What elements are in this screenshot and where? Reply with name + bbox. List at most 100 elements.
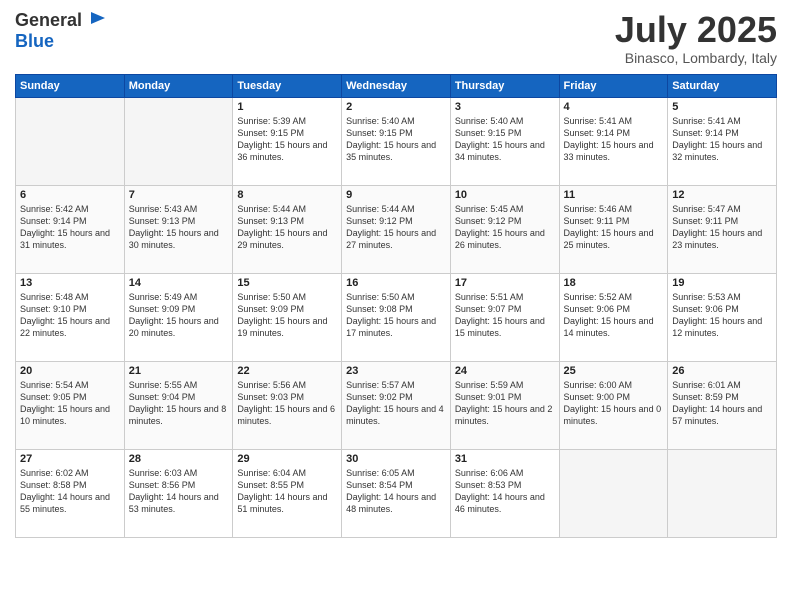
day-number: 31 [455,453,555,465]
calendar-cell: 29 Sunrise: 6:04 AM Sunset: 8:55 PM Dayli… [233,449,342,537]
day-info: Sunrise: 6:05 AM Sunset: 8:54 PM Dayligh… [346,467,446,516]
day-info: Sunrise: 5:44 AM Sunset: 9:12 PM Dayligh… [346,203,446,252]
day-info: Sunrise: 5:56 AM Sunset: 9:03 PM Dayligh… [237,379,337,428]
calendar-cell: 1 Sunrise: 5:39 AM Sunset: 9:15 PM Daylig… [233,97,342,185]
calendar-cell: 14Sunrise: 5:49 AM Sunset: 9:09 PM Dayli… [124,273,233,361]
day-info: Sunrise: 5:40 AM Sunset: 9:15 PM Dayligh… [455,115,555,164]
day-number: 8 [237,189,337,201]
day-info: Sunrise: 6:03 AM Sunset: 8:56 PM Dayligh… [129,467,229,516]
calendar-cell: 31 Sunrise: 6:06 AM Sunset: 8:53 PM Dayli… [450,449,559,537]
day-number: 27 [20,453,120,465]
logo: General Blue [15,10,107,52]
day-number: 24 [455,365,555,377]
calendar-cell: 8 Sunrise: 5:44 AM Sunset: 9:13 PM Daylig… [233,185,342,273]
weekday-header-monday: Monday [124,74,233,97]
calendar-cell: 15 Sunrise: 5:50 AM Sunset: 9:09 PM Dayli… [233,273,342,361]
logo-general: General [15,10,107,32]
calendar-cell: 19 Sunrise: 5:53 AM Sunset: 9:06 PM Dayli… [668,273,777,361]
day-number: 21 [129,365,229,377]
calendar-cell: 3Sunrise: 5:40 AM Sunset: 9:15 PM Daylig… [450,97,559,185]
calendar-cell: 22 Sunrise: 5:56 AM Sunset: 9:03 PM Dayli… [233,361,342,449]
day-number: 22 [237,365,337,377]
weekday-header-friday: Friday [559,74,668,97]
day-info: Sunrise: 6:01 AM Sunset: 8:59 PM Dayligh… [672,379,772,428]
calendar-header-row: SundayMondayTuesdayWednesdayThursdayFrid… [16,74,777,97]
calendar-cell [668,449,777,537]
day-number: 1 [237,101,337,113]
calendar-week-4: 20Sunrise: 5:54 AM Sunset: 9:05 PM Dayli… [16,361,777,449]
day-number: 10 [455,189,555,201]
day-info: Sunrise: 5:55 AM Sunset: 9:04 PM Dayligh… [129,379,229,428]
day-number: 2 [346,101,446,113]
calendar-week-5: 27 Sunrise: 6:02 AM Sunset: 8:58 PM Dayli… [16,449,777,537]
day-info: Sunrise: 5:49 AM Sunset: 9:09 PM Dayligh… [129,291,229,340]
page: General Blue July 2025 Binasco, Lombardy… [0,0,792,612]
calendar-cell: 16Sunrise: 5:50 AM Sunset: 9:08 PM Dayli… [342,273,451,361]
day-info: Sunrise: 5:47 AM Sunset: 9:11 PM Dayligh… [672,203,772,252]
day-number: 12 [672,189,772,201]
day-info: Sunrise: 5:46 AM Sunset: 9:11 PM Dayligh… [564,203,664,252]
calendar-cell: 21 Sunrise: 5:55 AM Sunset: 9:04 PM Dayli… [124,361,233,449]
calendar-cell: 23Sunrise: 5:57 AM Sunset: 9:02 PM Dayli… [342,361,451,449]
day-number: 30 [346,453,446,465]
day-info: Sunrise: 5:41 AM Sunset: 9:14 PM Dayligh… [564,115,664,164]
weekday-header-wednesday: Wednesday [342,74,451,97]
day-number: 18 [564,277,664,289]
calendar-cell: 28 Sunrise: 6:03 AM Sunset: 8:56 PM Dayli… [124,449,233,537]
calendar-cell: 18Sunrise: 5:52 AM Sunset: 9:06 PM Dayli… [559,273,668,361]
weekday-header-saturday: Saturday [668,74,777,97]
day-info: Sunrise: 5:39 AM Sunset: 9:15 PM Dayligh… [237,115,337,164]
calendar-cell: 17Sunrise: 5:51 AM Sunset: 9:07 PM Dayli… [450,273,559,361]
calendar-cell: 13Sunrise: 5:48 AM Sunset: 9:10 PM Dayli… [16,273,125,361]
day-number: 29 [237,453,337,465]
calendar-cell: 12 Sunrise: 5:47 AM Sunset: 9:11 PM Dayli… [668,185,777,273]
calendar-cell: 11 Sunrise: 5:46 AM Sunset: 9:11 PM Dayli… [559,185,668,273]
calendar-cell: 20Sunrise: 5:54 AM Sunset: 9:05 PM Dayli… [16,361,125,449]
calendar-cell: 30 Sunrise: 6:05 AM Sunset: 8:54 PM Dayli… [342,449,451,537]
day-number: 28 [129,453,229,465]
day-number: 9 [346,189,446,201]
calendar-cell: 10 Sunrise: 5:45 AM Sunset: 9:12 PM Dayli… [450,185,559,273]
day-info: Sunrise: 6:00 AM Sunset: 9:00 PM Dayligh… [564,379,664,428]
calendar-week-2: 6 Sunrise: 5:42 AM Sunset: 9:14 PM Daylig… [16,185,777,273]
day-info: Sunrise: 5:42 AM Sunset: 9:14 PM Dayligh… [20,203,120,252]
day-info: Sunrise: 5:41 AM Sunset: 9:14 PM Dayligh… [672,115,772,164]
logo-blue: Blue [15,31,54,51]
day-info: Sunrise: 5:44 AM Sunset: 9:13 PM Dayligh… [237,203,337,252]
day-number: 6 [20,189,120,201]
weekday-header-thursday: Thursday [450,74,559,97]
calendar-table: SundayMondayTuesdayWednesdayThursdayFrid… [15,74,777,538]
day-number: 7 [129,189,229,201]
calendar-cell: 25Sunrise: 6:00 AM Sunset: 9:00 PM Dayli… [559,361,668,449]
calendar-cell: 6 Sunrise: 5:42 AM Sunset: 9:14 PM Daylig… [16,185,125,273]
day-number: 17 [455,277,555,289]
day-info: Sunrise: 6:04 AM Sunset: 8:55 PM Dayligh… [237,467,337,516]
day-info: Sunrise: 5:54 AM Sunset: 9:05 PM Dayligh… [20,379,120,428]
day-number: 19 [672,277,772,289]
month-title: July 2025 [615,10,777,50]
day-info: Sunrise: 5:53 AM Sunset: 9:06 PM Dayligh… [672,291,772,340]
weekday-header-tuesday: Tuesday [233,74,342,97]
title-block: July 2025 Binasco, Lombardy, Italy [615,10,777,66]
header: General Blue July 2025 Binasco, Lombardy… [15,10,777,66]
day-info: Sunrise: 5:45 AM Sunset: 9:12 PM Dayligh… [455,203,555,252]
day-info: Sunrise: 6:02 AM Sunset: 8:58 PM Dayligh… [20,467,120,516]
day-info: Sunrise: 5:50 AM Sunset: 9:09 PM Dayligh… [237,291,337,340]
calendar-cell: 5Sunrise: 5:41 AM Sunset: 9:14 PM Daylig… [668,97,777,185]
logo-flag-icon [89,10,107,32]
weekday-header-sunday: Sunday [16,74,125,97]
calendar-cell: 26 Sunrise: 6:01 AM Sunset: 8:59 PM Dayli… [668,361,777,449]
calendar-cell [559,449,668,537]
calendar-cell [124,97,233,185]
calendar-week-1: 1 Sunrise: 5:39 AM Sunset: 9:15 PM Daylig… [16,97,777,185]
day-number: 11 [564,189,664,201]
day-number: 15 [237,277,337,289]
calendar-cell [16,97,125,185]
day-info: Sunrise: 6:06 AM Sunset: 8:53 PM Dayligh… [455,467,555,516]
calendar-cell: 24Sunrise: 5:59 AM Sunset: 9:01 PM Dayli… [450,361,559,449]
day-number: 4 [564,101,664,113]
day-info: Sunrise: 5:40 AM Sunset: 9:15 PM Dayligh… [346,115,446,164]
calendar-cell: 4 Sunrise: 5:41 AM Sunset: 9:14 PM Daylig… [559,97,668,185]
day-number: 26 [672,365,772,377]
calendar-cell: 2 Sunrise: 5:40 AM Sunset: 9:15 PM Daylig… [342,97,451,185]
